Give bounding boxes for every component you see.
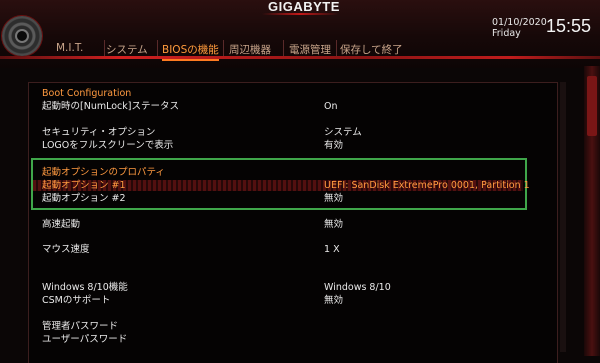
mouse-speed-label[interactable]: マウス速度 — [42, 244, 90, 255]
numlock-value[interactable]: On — [324, 101, 338, 112]
boot-option-2-label[interactable]: 起動オプション #2 — [42, 193, 126, 204]
day-text: Friday — [492, 28, 521, 39]
tab-system[interactable]: システム — [106, 42, 148, 59]
tab-separator — [104, 40, 105, 56]
windows-features-value[interactable]: Windows 8/10 — [324, 282, 391, 293]
tab-separator — [223, 40, 224, 56]
tab-peripherals[interactable]: 周辺機器 — [229, 42, 271, 59]
user-password-label[interactable]: ユーザーパスワード — [42, 334, 127, 345]
boot-option-2-value[interactable]: 無効 — [324, 193, 343, 204]
boot-option-1-label[interactable]: 起動オプション #1 — [42, 180, 126, 191]
mouse-speed-value[interactable]: 1 X — [324, 244, 340, 255]
gear-icon — [2, 16, 42, 56]
tab-separator — [157, 40, 158, 56]
brand-logo: GIGABYTE — [268, 0, 340, 14]
right-side-panel — [584, 66, 600, 356]
admin-password-label[interactable]: 管理者パスワード — [42, 321, 118, 332]
tab-separator — [283, 40, 284, 56]
tab-separator — [336, 40, 337, 56]
tab-mit[interactable]: M.I.T. — [56, 42, 83, 56]
fast-boot-label[interactable]: 高速起動 — [42, 219, 80, 230]
security-option-label[interactable]: セキュリティ・オプション — [42, 127, 155, 138]
tab-save-exit[interactable]: 保存して終了 — [340, 42, 403, 59]
tab-bios-features[interactable]: BIOSの機能 — [162, 42, 219, 61]
boot-option-1-value[interactable]: UEFI: SanDisk ExtremePro 0001, Partition… — [324, 180, 530, 191]
windows-features-label[interactable]: Windows 8/10機能 — [42, 282, 128, 293]
brand-underline — [262, 13, 338, 15]
csm-support-value[interactable]: 無効 — [324, 295, 343, 306]
security-option-value[interactable]: システム — [324, 127, 362, 138]
full-screen-logo-value[interactable]: 有効 — [324, 140, 343, 151]
clock-time: 15:55 — [546, 16, 592, 36]
numlock-label[interactable]: 起動時の[NumLock]ステータス — [42, 101, 179, 112]
section-boot-priorities: 起動オプションのプロパティ — [42, 167, 165, 178]
full-screen-logo-label[interactable]: LOGOをフルスクリーンで表示 — [42, 140, 173, 151]
date-display: 01/10/2020 Friday — [492, 17, 547, 39]
csm-support-label[interactable]: CSMのサポート — [42, 295, 110, 306]
fast-boot-value[interactable]: 無効 — [324, 219, 343, 230]
section-boot-configuration: Boot Configuration — [42, 88, 132, 99]
date-text: 01/10/2020 — [492, 17, 547, 28]
scrollbar[interactable] — [560, 82, 566, 352]
tab-power-management[interactable]: 電源管理 — [289, 42, 331, 59]
